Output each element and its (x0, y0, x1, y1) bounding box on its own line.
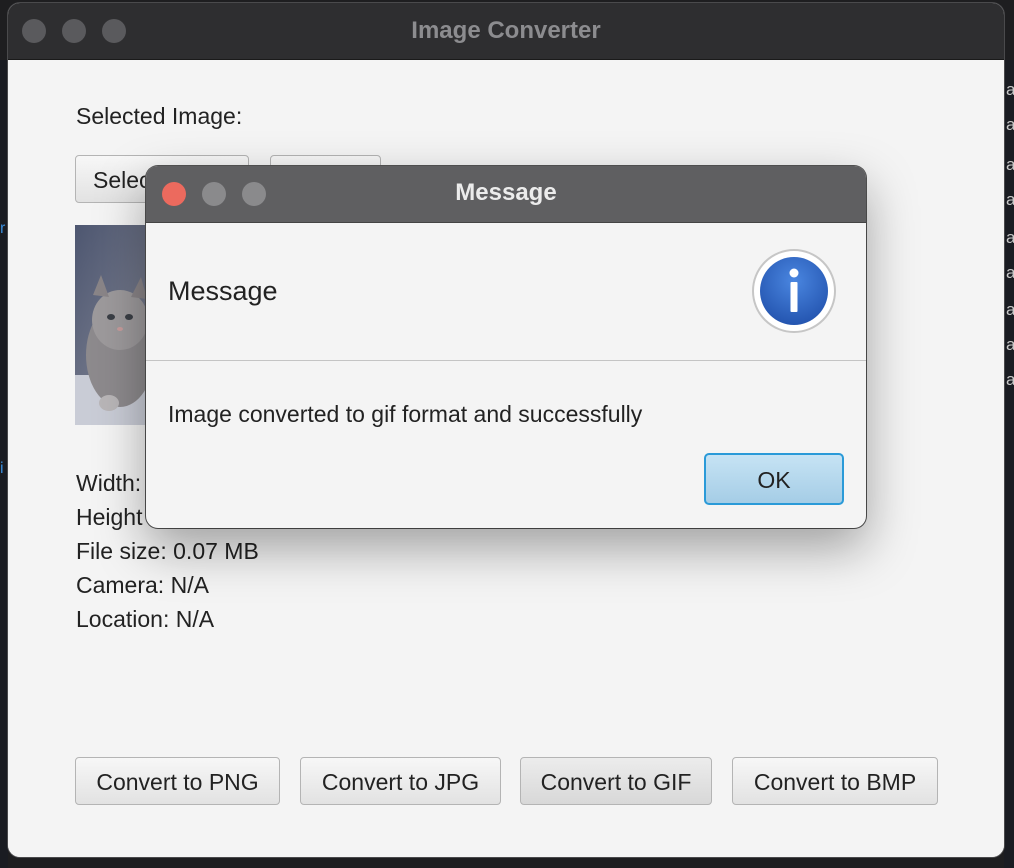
background-glyph: a (1006, 115, 1014, 134)
selected-image-label: Selected Image: (76, 103, 243, 129)
background-right-strip: a a a a a a a a a (1004, 60, 1014, 868)
window-title: Image Converter (411, 17, 601, 44)
background-glyph: a (1006, 300, 1014, 319)
dialog-titlebar[interactable]: Message (146, 166, 866, 223)
location-label: Location: N/A (76, 606, 215, 632)
convert-to-gif-button[interactable]: Convert to GIF (520, 757, 712, 805)
height-label: Height (76, 504, 143, 530)
dialog-message: Image converted to gif format and succes… (168, 401, 643, 427)
main-titlebar[interactable]: Image Converter (8, 3, 1004, 60)
message-dialog: Message Message Image converted to gif f… (146, 166, 866, 528)
background-glyph: i (0, 460, 4, 477)
dialog-header: Message (146, 223, 866, 361)
background-glyph: a (1006, 190, 1014, 209)
background-glyph: r (0, 220, 6, 237)
dialog-header-text: Message (168, 276, 278, 306)
background-glyph: a (1006, 335, 1014, 354)
convert-to-bmp-button[interactable]: Convert to BMP (732, 757, 938, 805)
background-glyph: a (1006, 370, 1014, 389)
info-icon (752, 249, 836, 333)
background-glyph: a (1006, 263, 1014, 282)
background-left-strip: r i (0, 60, 8, 868)
width-label: Width: (76, 470, 142, 496)
file-size-label: File size: 0.07 MB (76, 538, 259, 564)
camera-label: Camera: N/A (76, 572, 209, 598)
background-glyph: a (1006, 80, 1014, 99)
convert-to-png-button[interactable]: Convert to PNG (75, 757, 280, 805)
dialog-title: Message (455, 179, 557, 206)
background-glyph: a (1006, 228, 1014, 247)
convert-to-jpg-button[interactable]: Convert to JPG (300, 757, 501, 805)
background-glyph: a (1006, 155, 1014, 174)
ok-button[interactable]: OK (704, 453, 844, 505)
